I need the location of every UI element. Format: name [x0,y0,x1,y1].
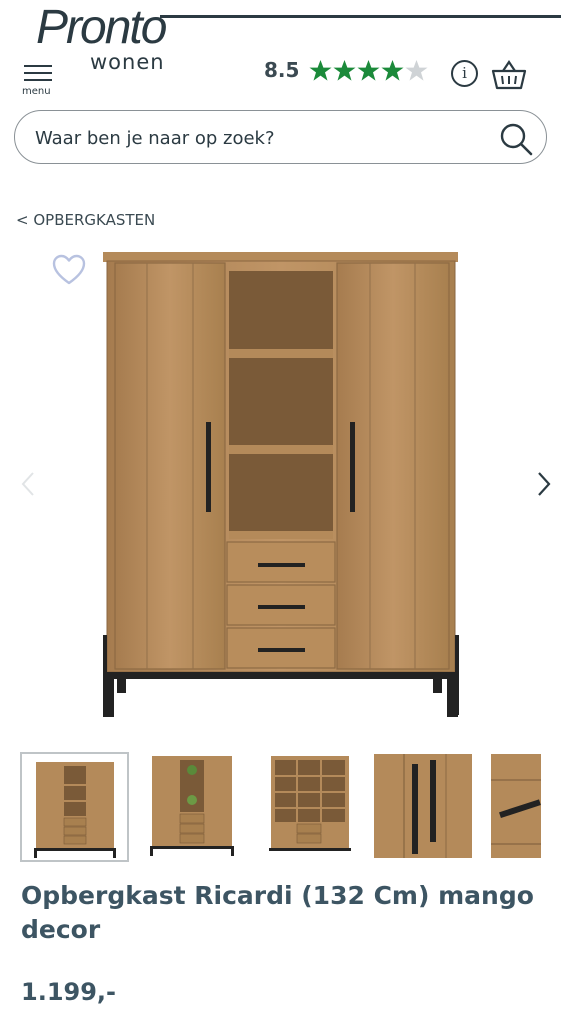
heart-icon[interactable] [52,254,86,286]
star-empty-icon [405,59,428,81]
thumbnail-4[interactable] [374,752,483,862]
thumbnail-cabinet-front [34,762,116,858]
star-icon [333,59,356,81]
hamburger-icon-bar [24,72,52,74]
thumbnail-cabinet-decorated [150,756,234,856]
rating-score: 8.5 [264,58,300,82]
thumbnail-strip [20,752,561,862]
chevron-right-icon[interactable] [534,470,554,498]
store-rating[interactable]: 8.5 [264,58,429,82]
header-rule [160,15,561,18]
star-icon [381,59,404,81]
star-icon [309,59,332,81]
basket-icon[interactable] [491,58,527,92]
product-image[interactable] [95,245,470,725]
thumbnail-1[interactable] [20,752,129,862]
info-icon[interactable]: i [451,60,478,87]
menu-label: menu [22,86,51,97]
thumbnail-5[interactable] [491,752,561,862]
search-bar[interactable] [14,110,547,164]
search-icon[interactable] [498,121,534,157]
thumbnail-handle-closeup [374,754,472,858]
hamburger-icon-bar [24,79,52,81]
logo-text[interactable]: Pronto [36,2,167,54]
hamburger-icon [24,65,52,67]
product-price: 1.199,- [21,978,116,1006]
thumbnail-drawer-closeup [491,754,541,858]
thumbnail-cabinet-open [269,756,351,851]
menu-button[interactable]: menu [20,62,58,100]
thumbnail-3[interactable] [263,752,372,862]
star-icon [357,59,380,81]
logo-subtext[interactable]: wonen [90,50,165,74]
search-input[interactable] [35,123,475,153]
chevron-left-icon[interactable] [18,470,38,498]
breadcrumb[interactable]: < OPBERGKASTEN [16,211,155,229]
product-title: Opbergkast Ricardi (132 Cm) mango decor [21,881,534,944]
thumbnail-2[interactable] [146,752,255,862]
